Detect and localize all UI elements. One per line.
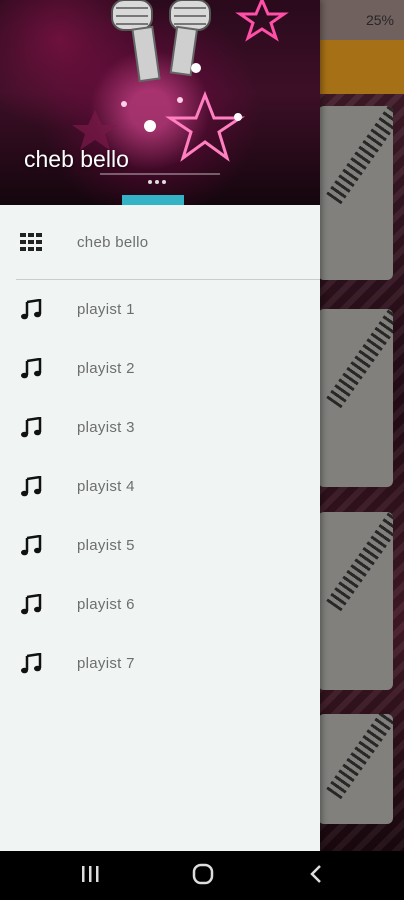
- back-icon: [309, 864, 323, 889]
- drawer-menu: cheb bello playist 1 playist 2 playist 3: [0, 205, 320, 693]
- menu-item-playlist-7[interactable]: playist 7: [0, 634, 320, 693]
- menu-item-playlist-2[interactable]: playist 2: [0, 339, 320, 398]
- drawer-header-title: cheb bello: [24, 146, 129, 172]
- music-note-icon: [19, 357, 43, 381]
- menu-item-label: cheb bello: [77, 233, 149, 251]
- system-nav-bar: [0, 851, 404, 900]
- music-note-icon: [19, 298, 43, 322]
- back-button[interactable]: [296, 863, 336, 889]
- menu-item-label: playist 3: [77, 419, 135, 436]
- music-note-icon: [19, 416, 43, 440]
- music-note-icon: [19, 534, 43, 558]
- page-indicator: [148, 171, 172, 184]
- menu-item-cheb-bello[interactable]: cheb bello: [0, 205, 320, 279]
- menu-item-label: playist 2: [77, 360, 135, 377]
- recent-apps-button[interactable]: [70, 863, 110, 889]
- home-icon: [192, 863, 214, 890]
- navigation-drawer: cheb bello cheb bello playist 1 playist …: [0, 0, 320, 851]
- music-note-icon: [19, 593, 43, 617]
- menu-item-playlist-6[interactable]: playist 6: [0, 575, 320, 634]
- home-button[interactable]: [183, 863, 223, 889]
- header-accent-tab: [122, 195, 184, 205]
- menu-item-playlist-5[interactable]: playist 5: [0, 516, 320, 575]
- menu-item-label: playist 7: [77, 655, 135, 672]
- menu-item-playlist-3[interactable]: playist 3: [0, 398, 320, 457]
- music-note-icon: [19, 652, 43, 676]
- grid-icon: [19, 230, 43, 254]
- menu-item-label: playist 6: [77, 596, 135, 613]
- drawer-header: cheb bello: [0, 0, 320, 205]
- menu-item-playlist-1[interactable]: playist 1: [0, 280, 320, 339]
- menu-item-playlist-4[interactable]: playist 4: [0, 457, 320, 516]
- recent-apps-icon: [80, 865, 100, 888]
- music-note-icon: [19, 475, 43, 499]
- menu-item-label: playist 4: [77, 478, 135, 495]
- menu-item-label: playist 1: [77, 301, 135, 318]
- menu-item-label: playist 5: [77, 537, 135, 554]
